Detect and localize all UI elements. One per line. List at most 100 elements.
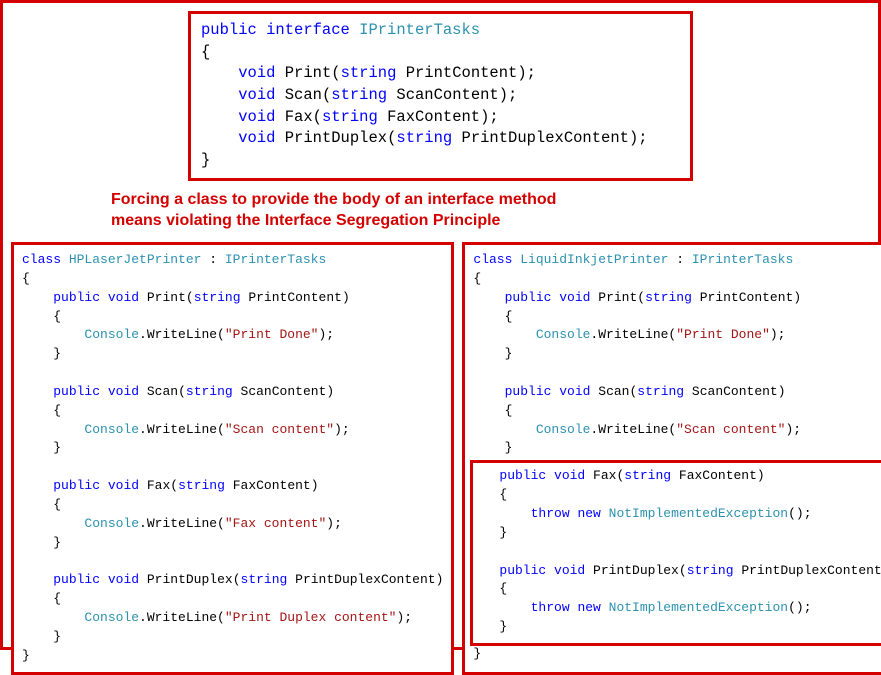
kw-void: void [108,572,139,587]
kw-string: string [687,563,734,578]
kw-public: public [499,468,546,483]
kw-string: string [624,468,671,483]
kw-void: void [559,290,590,305]
kw-string: string [186,384,233,399]
caption: Forcing a class to provide the body of a… [111,189,870,232]
param: PrintDuplexContent [295,572,435,587]
kw-public: public [53,384,100,399]
left-code-block: class HPLaserJetPrinter : IPrinterTasks … [11,242,454,675]
close: ); [326,516,342,531]
kw-string: string [178,478,225,493]
method-name: Print [598,290,637,305]
kw-class: class [22,252,61,267]
close: ); [785,422,801,437]
param: PrintContent [248,290,342,305]
method-name: Print [147,290,186,305]
kw-string: string [241,572,288,587]
write: .WriteLine( [139,610,225,625]
method-name: Fax [593,468,616,483]
brace-open: { [473,271,481,286]
kw-string: string [637,384,684,399]
write: .WriteLine( [590,422,676,437]
kw-string: string [331,86,387,104]
console: Console [84,327,139,342]
method-name: Print [285,64,332,82]
kw-void: void [108,478,139,493]
param: PrintContent [406,64,518,82]
kw-string: string [645,290,692,305]
iface-name: IPrinterTasks [692,252,793,267]
kw-new: new [577,600,600,615]
kw-public: public [499,563,546,578]
kw-throw: throw [531,506,570,521]
string-literal: "Scan content" [225,422,334,437]
string-literal: "Scan content" [676,422,785,437]
console: Console [84,516,139,531]
param: PrintDuplexContent [741,563,881,578]
kw-void: void [238,129,275,147]
kw-interface: interface [266,21,350,39]
bottom-row: class HPLaserJetPrinter : IPrinterTasks … [11,242,870,675]
kw-void: void [238,86,275,104]
class-name: LiquidInkjetPrinter [520,252,668,267]
write: .WriteLine( [139,422,225,437]
outer-frame: public interface IPrinterTasks { void Pr… [0,0,881,650]
caption-line1: Forcing a class to provide the body of a… [111,191,556,208]
kw-void: void [238,108,275,126]
right-code-closing: } [473,645,881,664]
kw-class: class [473,252,512,267]
colon: : [668,252,691,267]
param: ScanContent [692,384,778,399]
right-code-upper: class LiquidInkjetPrinter : IPrinterTask… [473,251,881,458]
string-literal: "Print Duplex content" [225,610,397,625]
method-name: PrintDuplex [593,563,679,578]
string-literal: "Print Done" [676,327,770,342]
colon: : [201,252,224,267]
exception: NotImplementedException [609,600,788,615]
kw-string: string [396,129,452,147]
exception: NotImplementedException [609,506,788,521]
left-code: class HPLaserJetPrinter : IPrinterTasks … [22,251,443,666]
brace-open: { [22,271,30,286]
param: FaxContent [387,108,480,126]
method-name: PrintDuplex [285,129,387,147]
method-name: Scan [598,384,629,399]
kw-new: new [577,506,600,521]
kw-public: public [53,572,100,587]
close: ); [318,327,334,342]
console: Console [536,422,591,437]
param: PrintContent [700,290,794,305]
write: .WriteLine( [590,327,676,342]
kw-public: public [505,290,552,305]
console: Console [84,610,139,625]
write: .WriteLine( [139,516,225,531]
kw-void: void [554,468,585,483]
close: ); [770,327,786,342]
param: FaxContent [679,468,757,483]
interface-name: IPrinterTasks [359,21,480,39]
kw-string: string [341,64,397,82]
kw-string: string [322,108,378,126]
method-name: PrintDuplex [147,572,233,587]
write: .WriteLine( [139,327,225,342]
kw-public: public [201,21,257,39]
param: ScanContent [396,86,498,104]
console: Console [84,422,139,437]
kw-void: void [559,384,590,399]
class-name: HPLaserJetPrinter [69,252,202,267]
string-literal: "Fax content" [225,516,326,531]
param: ScanContent [241,384,327,399]
highlighted-violation-block: public void Fax(string FaxContent) { thr… [470,460,881,646]
kw-void: void [108,384,139,399]
param: FaxContent [233,478,311,493]
kw-throw: throw [531,600,570,615]
console: Console [536,327,591,342]
close: ); [397,610,413,625]
brace-close: } [201,151,210,169]
kw-void: void [108,290,139,305]
brace-open: { [201,43,210,61]
close: (); [788,600,811,615]
string-literal: "Print Done" [225,327,319,342]
close: ); [334,422,350,437]
iface-name: IPrinterTasks [225,252,326,267]
